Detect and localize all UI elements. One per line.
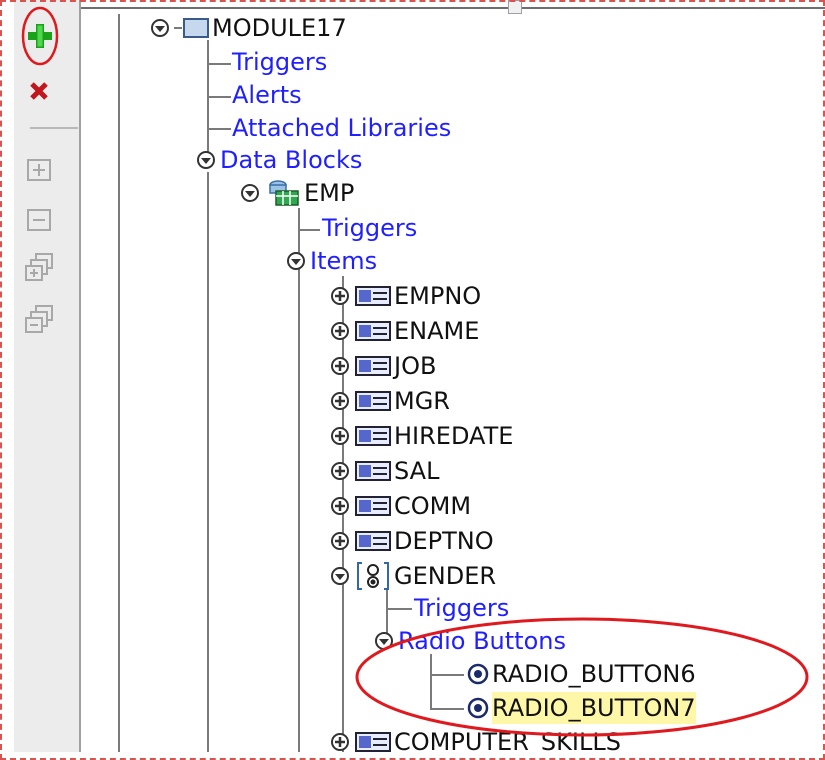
tree-node-item[interactable]: DEPTNO — [330, 525, 494, 557]
tree-node-gender[interactable]: GENDER — [330, 560, 496, 592]
expand-button[interactable] — [22, 152, 58, 188]
splitter-handle[interactable] — [508, 0, 522, 14]
item-label: ENAME — [394, 317, 480, 345]
expand-toggle-icon[interactable] — [330, 391, 350, 411]
annotation-ellipse-radio-buttons — [355, 617, 809, 737]
tree-branch — [207, 128, 231, 130]
tree-guide-line — [118, 14, 120, 752]
tree-node-attached-libraries[interactable]: Attached Libraries — [232, 112, 451, 144]
gender-label: GENDER — [394, 562, 497, 590]
text-item-icon — [355, 426, 391, 446]
tree-guide-line — [207, 172, 209, 752]
tree-node-item[interactable]: EMPNO — [330, 280, 481, 312]
emp-label: EMP — [304, 179, 355, 207]
tree-node-item[interactable]: MGR — [330, 385, 450, 417]
text-item-icon — [355, 531, 391, 551]
tree-node-alerts[interactable]: Alerts — [232, 79, 302, 111]
tree-node-item[interactable]: COMM — [330, 490, 471, 522]
triggers-label: Triggers — [232, 48, 328, 76]
collapse-toggle-icon[interactable] — [286, 251, 306, 271]
items-label: Items — [310, 247, 378, 275]
top-border — [81, 7, 825, 9]
tree-branch — [298, 229, 320, 231]
collapse-icon — [27, 209, 51, 231]
expand-icon — [27, 159, 51, 181]
collapse-toggle-icon[interactable] — [330, 566, 350, 586]
expand-toggle-icon[interactable] — [330, 286, 350, 306]
item-label: MGR — [394, 387, 450, 415]
collapse-toggle-icon[interactable] — [150, 18, 170, 38]
collapse-all-icon — [25, 305, 53, 333]
delete-button[interactable] — [22, 74, 58, 110]
expand-toggle-icon[interactable] — [330, 531, 350, 551]
text-item-icon — [355, 391, 391, 411]
alerts-label: Alerts — [232, 81, 302, 109]
text-item-icon — [355, 321, 391, 341]
expand-toggle-icon[interactable] — [330, 321, 350, 341]
tree-node-item[interactable]: JOB — [330, 350, 436, 382]
text-item-icon — [355, 356, 391, 376]
expand-toggle-icon[interactable] — [330, 461, 350, 481]
attached-libraries-label: Attached Libraries — [232, 114, 452, 142]
tree-node-triggers[interactable]: Triggers — [232, 46, 327, 78]
text-item-icon — [355, 461, 391, 481]
bottom-edge — [0, 752, 825, 760]
collapse-toggle-icon[interactable] — [196, 150, 216, 170]
item-label: COMM — [394, 492, 472, 520]
text-item-icon — [355, 496, 391, 516]
collapse-button[interactable] — [22, 202, 58, 238]
expand-toggle-icon[interactable] — [330, 426, 350, 446]
tree-node-item[interactable]: ENAME — [330, 315, 479, 347]
tree-guide-line — [298, 208, 300, 752]
tree-node-emp-triggers[interactable]: Triggers — [322, 212, 417, 244]
item-label: SAL — [394, 457, 440, 485]
expand-toggle-icon[interactable] — [330, 496, 350, 516]
tree-node-item[interactable]: SAL — [330, 455, 439, 487]
expand-all-icon — [25, 253, 53, 281]
radio-group-icon — [357, 562, 389, 590]
collapse-toggle-icon[interactable] — [240, 183, 260, 203]
item-label: JOB — [394, 352, 437, 380]
item-label: DEPTNO — [394, 527, 494, 555]
tree-branch — [207, 96, 231, 98]
item-label: HIREDATE — [394, 422, 514, 450]
expand-all-button[interactable] — [22, 250, 58, 286]
module-icon — [174, 18, 209, 38]
tree-node-items[interactable]: Items — [286, 245, 377, 277]
toolbar-separator — [30, 127, 78, 129]
data-block-icon — [269, 180, 299, 206]
data-blocks-label: Data Blocks — [220, 146, 363, 174]
expand-toggle-icon[interactable] — [330, 732, 350, 752]
tree-node-data-blocks[interactable]: Data Blocks — [196, 144, 362, 176]
annotation-circle-create — [21, 6, 59, 66]
tree-node-item[interactable]: HIREDATE — [330, 420, 513, 452]
tree-node-emp[interactable]: EMP — [240, 177, 354, 209]
tree-node-module[interactable]: MODULE17 — [150, 12, 347, 44]
text-item-icon — [355, 286, 391, 306]
expand-toggle-icon[interactable] — [330, 356, 350, 376]
item-label: EMPNO — [394, 282, 482, 310]
module-label: MODULE17 — [212, 14, 347, 42]
delete-x-icon — [30, 82, 48, 100]
emp-triggers-label: Triggers — [322, 214, 418, 242]
tree-branch — [386, 608, 412, 610]
navigator-toolbar — [14, 0, 81, 752]
collapse-all-button[interactable] — [22, 302, 58, 338]
tree-branch — [207, 63, 231, 65]
